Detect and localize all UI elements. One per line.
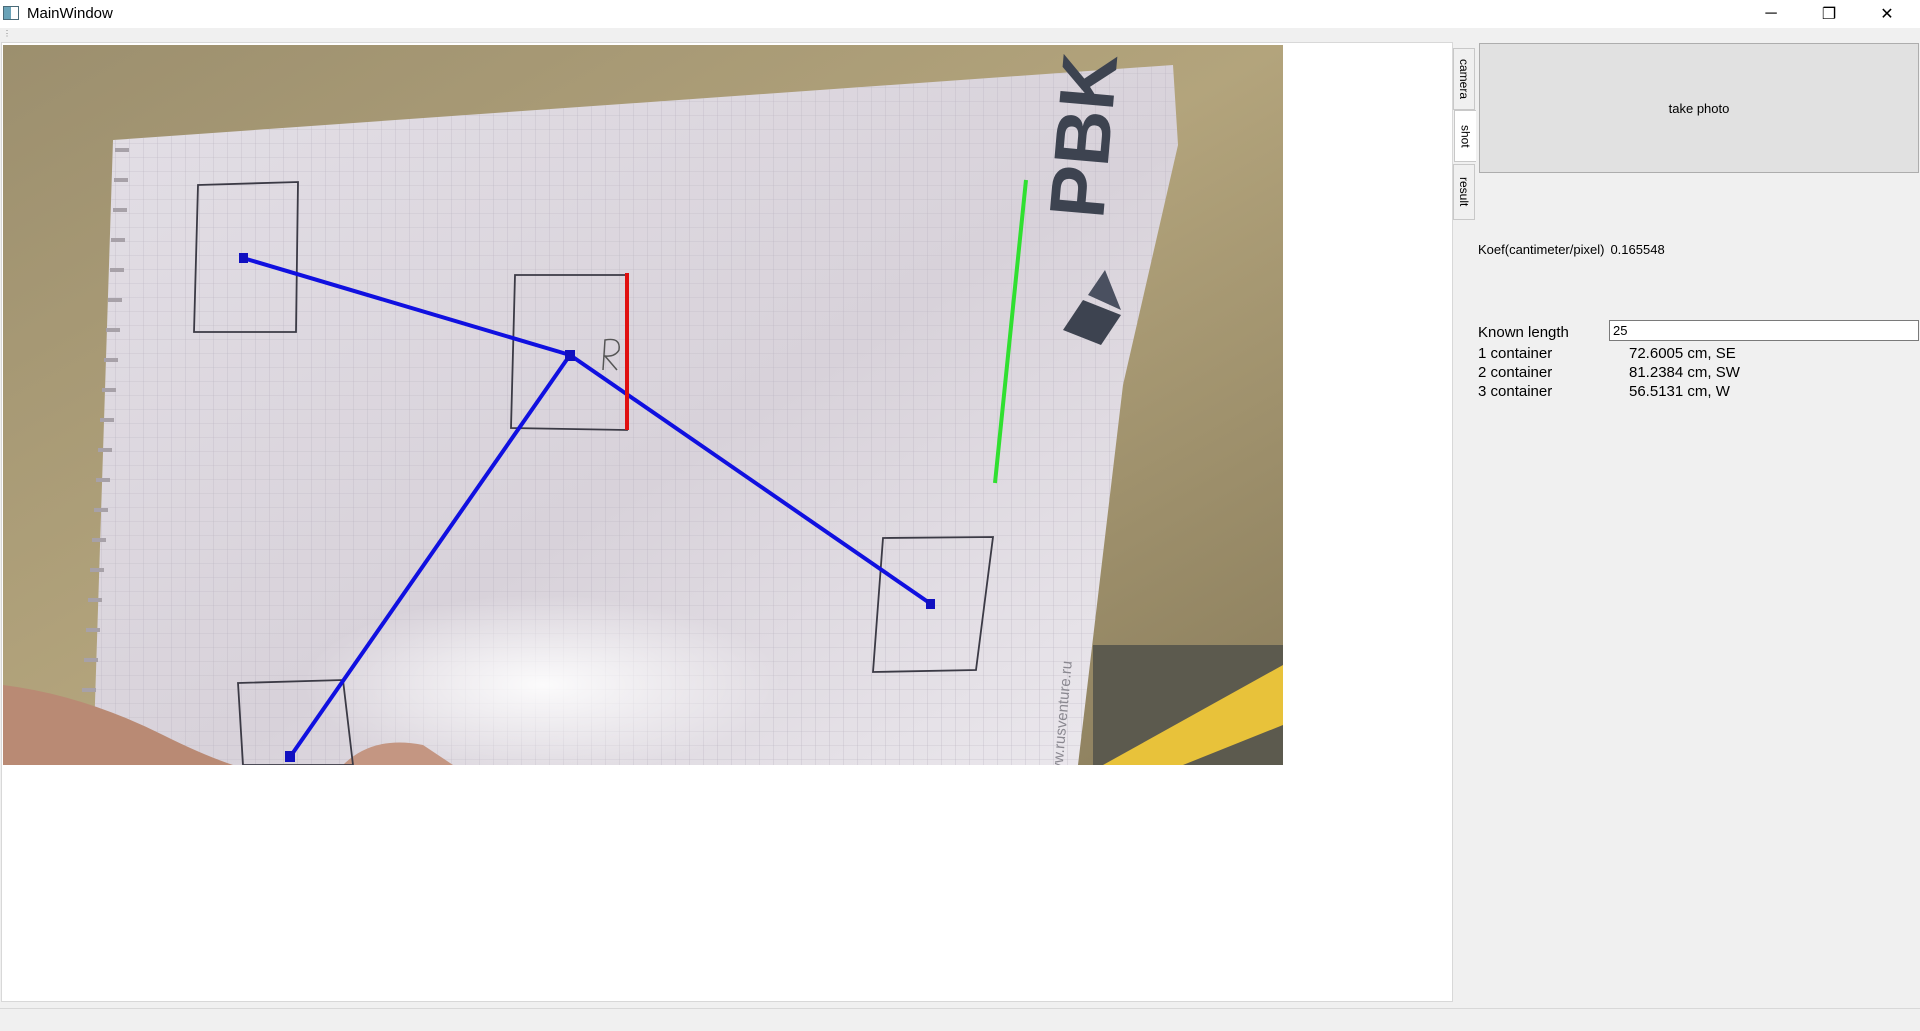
maximize-button[interactable]: ❐ bbox=[1800, 0, 1858, 28]
shot-panel: take photo Koef(cantimeter/pixel) 0.16554… bbox=[1478, 42, 1920, 1002]
photo-svg: PBK www.rusventure.ru bbox=[3, 45, 1283, 765]
container-3-value: 56.5131 cm, W bbox=[1629, 383, 1730, 400]
koef-row: Koef(cantimeter/pixel) 0.165548 bbox=[1478, 242, 1665, 257]
tab-camera[interactable]: camera bbox=[1453, 48, 1475, 110]
koef-label: Koef(cantimeter/pixel) bbox=[1478, 242, 1605, 257]
known-length-label: Known length bbox=[1478, 324, 1569, 341]
window-title: MainWindow bbox=[27, 5, 113, 22]
tab-shot-label: shot bbox=[1458, 124, 1473, 148]
toolbar-area: ⋮ bbox=[0, 28, 1920, 42]
image-view: PBK www.rusventure.ru bbox=[1, 42, 1453, 1002]
container-1-label: 1 container bbox=[1478, 345, 1553, 362]
minimize-button[interactable]: ─ bbox=[1742, 0, 1800, 28]
container-3-label: 3 container bbox=[1478, 383, 1553, 400]
container-1-value: 72.6005 cm, SE bbox=[1629, 345, 1736, 362]
koef-value: 0.165548 bbox=[1610, 242, 1665, 257]
take-photo-button[interactable]: take photo bbox=[1479, 43, 1919, 173]
known-length-input[interactable]: 25 bbox=[1609, 320, 1919, 341]
tab-result-label: result bbox=[1457, 177, 1471, 207]
tab-result[interactable]: result bbox=[1453, 164, 1475, 220]
tab-bar: camera shot result bbox=[1453, 42, 1477, 1002]
toolbar-grip-icon[interactable]: ⋮ bbox=[3, 30, 11, 38]
container-2-label: 2 container bbox=[1478, 364, 1553, 381]
app-icon bbox=[3, 6, 19, 20]
container-2-value: 81.2384 cm, SW bbox=[1629, 364, 1740, 381]
shot-photo: PBK www.rusventure.ru bbox=[3, 45, 1283, 765]
close-button[interactable]: ✕ bbox=[1858, 0, 1916, 28]
tab-shot[interactable]: shot bbox=[1454, 110, 1476, 162]
svg-text:PBK: PBK bbox=[1032, 50, 1134, 222]
tab-camera-label: camera bbox=[1457, 58, 1471, 99]
status-bar bbox=[0, 1008, 1920, 1031]
title-bar: MainWindow ─ ❐ ✕ bbox=[0, 0, 1920, 28]
